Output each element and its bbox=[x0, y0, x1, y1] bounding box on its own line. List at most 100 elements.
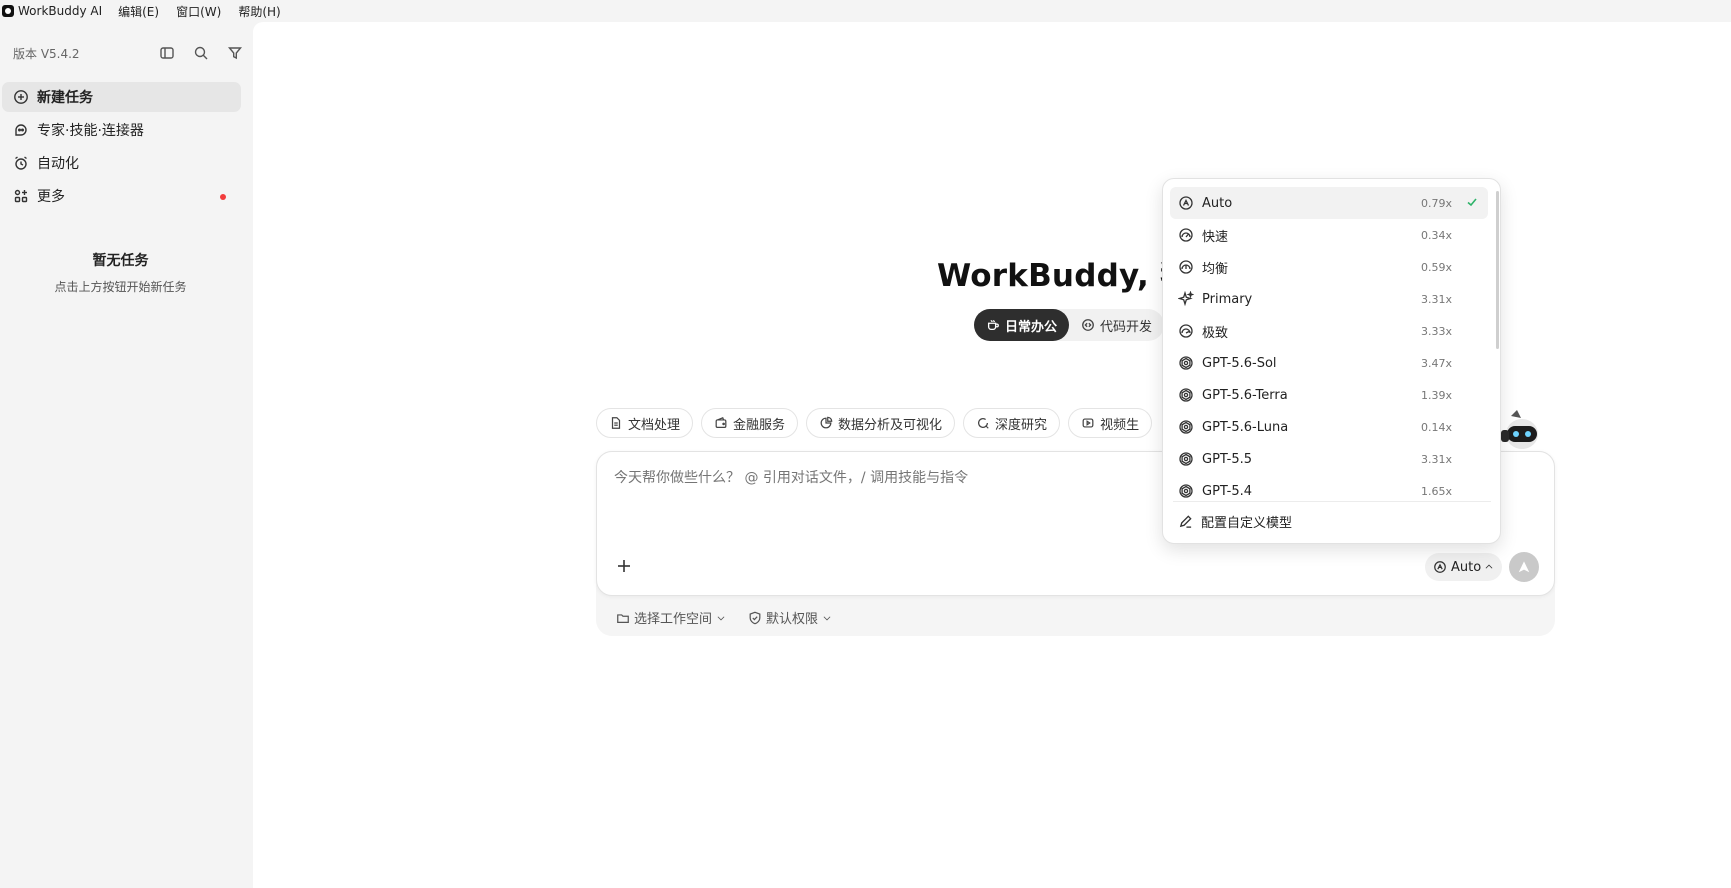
pencil-icon bbox=[1179, 514, 1192, 528]
empty-state: 暂无任务 点击上方按钮开始新任务 bbox=[0, 250, 241, 295]
filter-icon[interactable] bbox=[227, 45, 243, 61]
plus-icon bbox=[618, 560, 630, 572]
chip-label: 数据分析及可视化 bbox=[838, 417, 943, 433]
tab-label: 日常办公 bbox=[1005, 319, 1058, 335]
chip-label: 文档处理 bbox=[628, 417, 681, 433]
speed-icon bbox=[1179, 324, 1193, 338]
auto-icon bbox=[1179, 196, 1193, 210]
chevron-up-icon bbox=[1485, 564, 1493, 569]
model-option-balanced[interactable]: 均衡 0.59x bbox=[1170, 251, 1488, 283]
sidebar-item-new-task[interactable]: 新建任务 bbox=[2, 82, 241, 112]
model-option-primary[interactable]: Primary 3.31x bbox=[1170, 283, 1488, 315]
model-option-auto[interactable]: Auto 0.79x bbox=[1170, 187, 1488, 219]
model-option-gpt-5-6-terra[interactable]: GPT-5.6-Terra 1.39x bbox=[1170, 379, 1488, 411]
model-name: GPT-5.6-Sol bbox=[1202, 355, 1277, 371]
sidebar-item-more[interactable]: 更多 bbox=[2, 181, 241, 211]
menu-bar: WorkBuddy AI 编辑(E) 窗口(W) 帮助(H) bbox=[0, 0, 1731, 22]
model-multiplier: 0.14x bbox=[1420, 420, 1452, 434]
model-option-fast[interactable]: 快速 0.34x bbox=[1170, 219, 1488, 251]
workspace-selector[interactable]: 选择工作空间 bbox=[616, 608, 726, 627]
model-name: GPT-5.4 bbox=[1202, 483, 1253, 499]
model-multiplier: 3.31x bbox=[1420, 292, 1452, 306]
permission-label: 默认权限 bbox=[766, 612, 819, 627]
sparkle-icon bbox=[1178, 291, 1194, 307]
tab-daily-office[interactable]: 日常办公 bbox=[974, 309, 1070, 341]
model-name: GPT-5.6-Luna bbox=[1202, 419, 1289, 435]
model-label: Auto bbox=[1451, 559, 1482, 575]
model-name: Auto bbox=[1202, 195, 1233, 211]
menu-window[interactable]: 窗口(W) bbox=[176, 3, 221, 20]
code-icon bbox=[1082, 319, 1094, 331]
shield-check-icon bbox=[749, 611, 761, 624]
chip-deep-research[interactable]: 深度研究 bbox=[963, 408, 1061, 438]
send-button[interactable] bbox=[1509, 552, 1539, 582]
configure-label: 配置自定义模型 bbox=[1201, 515, 1293, 531]
chip-document[interactable]: 文档处理 bbox=[596, 408, 694, 438]
chip-video[interactable]: 视频生 bbox=[1068, 408, 1153, 438]
model-option-extreme[interactable]: 极致 3.33x bbox=[1170, 315, 1488, 347]
menu-edit[interactable]: 编辑(E) bbox=[118, 3, 159, 20]
app-logo-icon bbox=[2, 5, 14, 17]
tab-code-dev[interactable]: 代码开发 bbox=[1069, 309, 1164, 341]
sidebar-item-automation[interactable]: 自动化 bbox=[2, 148, 241, 178]
app-title: WorkBuddy AI bbox=[0, 4, 102, 18]
model-option-gpt-5-4[interactable]: GPT-5.4 1.65x bbox=[1170, 475, 1488, 501]
model-option-gpt-5-6-sol[interactable]: GPT-5.6-Sol 3.47x bbox=[1170, 347, 1488, 379]
apps-icon bbox=[14, 189, 28, 203]
model-multiplier: 3.33x bbox=[1420, 324, 1452, 338]
permission-selector[interactable]: 默认权限 bbox=[748, 608, 832, 627]
sidebar-item-experts[interactable]: 专家·技能·连接器 bbox=[2, 115, 241, 145]
dropdown-scrollbar[interactable] bbox=[1496, 191, 1499, 349]
model-multiplier: 3.47x bbox=[1420, 356, 1452, 370]
chip-data-analysis[interactable]: 数据分析及可视化 bbox=[806, 408, 956, 438]
sidebar-item-label: 新建任务 bbox=[37, 90, 93, 106]
model-multiplier: 0.59x bbox=[1420, 260, 1452, 274]
chip-finance[interactable]: 金融服务 bbox=[701, 408, 799, 438]
model-name: 快速 bbox=[1202, 229, 1229, 245]
document-icon bbox=[611, 417, 621, 429]
dropdown-divider bbox=[1173, 501, 1491, 502]
attach-button[interactable] bbox=[614, 556, 634, 576]
plus-circle-icon bbox=[14, 90, 28, 104]
video-icon bbox=[1082, 418, 1094, 428]
wallet-icon bbox=[715, 416, 727, 428]
sidebar-item-label: 专家·技能·连接器 bbox=[37, 123, 144, 139]
check-icon bbox=[1466, 196, 1478, 208]
model-name: 极致 bbox=[1202, 325, 1229, 341]
chevron-down-icon bbox=[717, 615, 725, 620]
mascot-icon bbox=[1501, 410, 1538, 449]
openai-icon bbox=[1179, 420, 1193, 434]
sidebar-item-label: 更多 bbox=[37, 189, 65, 205]
chip-label: 视频生 bbox=[1100, 417, 1140, 433]
sidebar-header: 版本 V5.4.2 bbox=[13, 44, 243, 62]
menu-help[interactable]: 帮助(H) bbox=[238, 3, 280, 20]
folder-icon bbox=[617, 613, 629, 623]
expert-icon bbox=[15, 124, 27, 136]
model-selector-button[interactable]: Auto bbox=[1425, 553, 1503, 581]
model-option-gpt-5-6-luna[interactable]: GPT-5.6-Luna 0.14x bbox=[1170, 411, 1488, 443]
sidebar-toggle-icon[interactable] bbox=[159, 45, 175, 61]
sidebar-item-label: 自动化 bbox=[37, 156, 79, 172]
tab-label: 代码开发 bbox=[1100, 319, 1153, 335]
model-name: GPT-5.6-Terra bbox=[1202, 387, 1288, 403]
model-multiplier: 3.31x bbox=[1420, 452, 1452, 466]
alarm-clock-icon bbox=[15, 156, 27, 170]
model-name: Primary bbox=[1202, 291, 1253, 307]
model-multiplier: 1.39x bbox=[1420, 388, 1452, 402]
search-icon[interactable] bbox=[193, 45, 209, 61]
research-icon bbox=[978, 418, 989, 429]
chevron-down-icon bbox=[823, 615, 831, 620]
version-label: 版本 V5.4.2 bbox=[13, 46, 80, 61]
model-dropdown: Auto 0.79x 快速 0.34x 均衡 0.59x Primary 3.3… bbox=[1162, 178, 1501, 544]
model-option-gpt-5-5[interactable]: GPT-5.5 3.31x bbox=[1170, 443, 1488, 475]
notification-dot bbox=[220, 194, 226, 200]
app-name: WorkBuddy AI bbox=[18, 4, 103, 18]
model-name: GPT-5.5 bbox=[1202, 451, 1253, 467]
coffee-icon bbox=[987, 320, 999, 331]
configure-custom-model-button[interactable]: 配置自定义模型 bbox=[1170, 505, 1488, 537]
quick-chips: 文档处理 金融服务 数据分析及可视化 深度研究 视频生 bbox=[596, 408, 1153, 438]
sidebar: 版本 V5.4.2 新建任务 专家·技能·连接器 自动化 更多 暂无任务 点击上… bbox=[0, 22, 253, 888]
composer-footer: 选择工作空间 默认权限 bbox=[616, 608, 832, 627]
chip-label: 金融服务 bbox=[733, 417, 786, 433]
openai-icon bbox=[1179, 484, 1193, 498]
